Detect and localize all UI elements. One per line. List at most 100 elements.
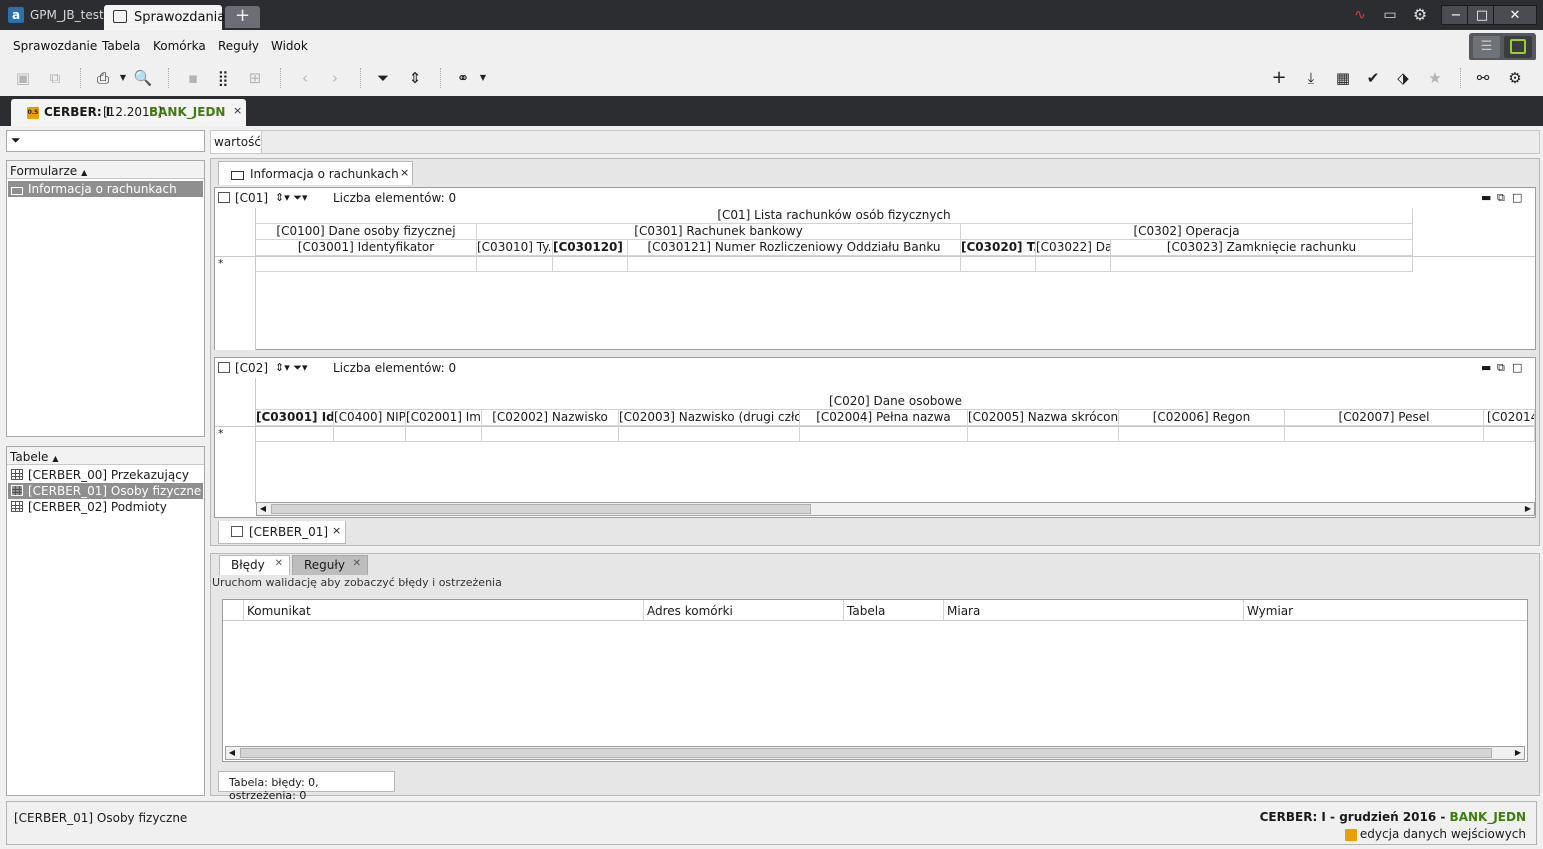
- cell[interactable]: [334, 426, 406, 442]
- column-group-header[interactable]: [C0100] Dane osoby fizycznej: [256, 224, 477, 240]
- cell[interactable]: [628, 256, 961, 272]
- cell[interactable]: [1285, 426, 1484, 442]
- cell[interactable]: [1111, 256, 1413, 272]
- filter-input[interactable]: ⏷: [6, 130, 205, 152]
- column-header[interactable]: Adres komórki: [644, 600, 844, 621]
- filter-icon[interactable]: ⏷: [372, 68, 394, 88]
- cell[interactable]: [619, 426, 800, 442]
- cell[interactable]: [477, 256, 553, 272]
- column-header[interactable]: [C0400] NIP: [334, 410, 406, 426]
- value-input[interactable]: [261, 131, 1539, 153]
- cell[interactable]: [800, 426, 968, 442]
- grid-dots-icon[interactable]: ⣿: [212, 68, 234, 88]
- cell[interactable]: [968, 426, 1119, 442]
- horizontal-scrollbar[interactable]: ◀ ▶: [256, 502, 1535, 516]
- save-all-icon[interactable]: ⧉: [44, 68, 66, 88]
- sort-filter-controls[interactable]: ⇕▾ ⏷▾: [275, 361, 308, 375]
- calculator-small-icon[interactable]: ▪: [182, 68, 204, 88]
- column-header[interactable]: [C02002] Nazwisko: [482, 410, 619, 426]
- add-tab-button[interactable]: +: [225, 6, 260, 28]
- forms-header[interactable]: Formularze ▲: [7, 161, 204, 179]
- menu-tabela[interactable]: Tabela: [102, 39, 140, 53]
- chevron-right-icon[interactable]: ›: [324, 68, 346, 88]
- print-preview-icon[interactable]: 🔍: [132, 68, 154, 88]
- tab-reguly[interactable]: Reguły ✕: [292, 555, 368, 575]
- column-group-header[interactable]: [C0302] Operacja: [961, 224, 1413, 240]
- cell[interactable]: [256, 426, 334, 442]
- column-header[interactable]: [C02003] Nazwisko (drugi człon): [619, 410, 800, 426]
- column-header[interactable]: [C03020] T...: [961, 240, 1036, 256]
- column-header[interactable]: [C02007] Pesel: [1285, 410, 1484, 426]
- binoculars-icon[interactable]: ⚭: [452, 68, 474, 88]
- link-settings-icon[interactable]: ⚯: [1472, 68, 1494, 88]
- sort-icon[interactable]: ⇕: [404, 68, 426, 88]
- column-header[interactable]: Komunikat: [244, 600, 644, 621]
- form-tab[interactable]: Informacja o rachunkach ×: [218, 161, 413, 185]
- menu-reguly[interactable]: Reguły: [218, 39, 259, 53]
- sort-filter-controls[interactable]: ⇕▾ ⏷▾: [275, 191, 308, 205]
- maximize-icon[interactable]: □: [1512, 361, 1522, 374]
- column-header[interactable]: [C02006] Regon: [1119, 410, 1285, 426]
- activity-pulse-icon[interactable]: ∿: [1350, 6, 1370, 24]
- menu-widok[interactable]: Widok: [271, 39, 308, 53]
- column-header[interactable]: Miara: [944, 600, 1244, 621]
- close-icon[interactable]: ×: [233, 104, 242, 117]
- cell[interactable]: [961, 256, 1036, 272]
- cell[interactable]: [406, 426, 482, 442]
- horizontal-scrollbar[interactable]: ◀ ▶: [225, 746, 1525, 760]
- print-icon[interactable]: ⎙: [92, 68, 114, 88]
- cell[interactable]: [1484, 426, 1535, 442]
- column-header[interactable]: [C03023] Zamknięcie rachunku: [1111, 240, 1413, 256]
- column-group-header[interactable]: [C01] Lista rachunków osób fizycznych: [256, 208, 1413, 224]
- table-item-cerber-02[interactable]: [CERBER_02] Podmioty: [8, 499, 203, 515]
- column-group-header[interactable]: [C0301] Rachunek bankowy: [477, 224, 961, 240]
- tables-header[interactable]: Tabele ▲: [7, 447, 204, 465]
- note-view-icon[interactable]: [1504, 36, 1532, 58]
- table-tab-cerber-01[interactable]: [CERBER_01] ×: [218, 521, 346, 544]
- scrollbar-thumb[interactable]: [271, 504, 811, 514]
- restore-icon[interactable]: ⧉: [1497, 361, 1505, 375]
- add-icon[interactable]: +: [1268, 68, 1290, 88]
- minimize-icon[interactable]: ▬: [1481, 361, 1491, 374]
- column-header[interactable]: [C03010] Ty...: [477, 240, 553, 256]
- save-icon[interactable]: ▣: [12, 68, 34, 88]
- table-item-cerber-01[interactable]: [CERBER_01] Osoby fizyczne: [8, 483, 203, 499]
- tag-icon[interactable]: ⬗: [1392, 68, 1414, 88]
- view-toggle[interactable]: ☰: [1469, 33, 1536, 61]
- print-dropdown-icon[interactable]: ▼: [112, 68, 134, 88]
- cell[interactable]: [553, 256, 628, 272]
- column-header[interactable]: [C030121] Numer Rozliczeniowy Oddziału B…: [628, 240, 961, 256]
- minimize-icon[interactable]: ▬: [1481, 191, 1491, 204]
- download-icon[interactable]: ⤓: [1300, 68, 1322, 88]
- column-header[interactable]: [C02004] Pełna nazwa: [800, 410, 968, 426]
- column-header[interactable]: [C03022] Da...: [1036, 240, 1111, 256]
- check-icon[interactable]: ✔: [1362, 68, 1384, 88]
- table-item-cerber-00[interactable]: [CERBER_00] Przekazujący: [8, 467, 203, 483]
- column-header[interactable]: [C02001] Imię: [406, 410, 482, 426]
- column-header[interactable]: [C02005] Nazwa skrócona: [968, 410, 1119, 426]
- menu-komorka[interactable]: Komórka: [153, 39, 206, 53]
- gear-icon[interactable]: ⚙: [1410, 6, 1430, 24]
- battery-icon[interactable]: ▭: [1380, 6, 1400, 24]
- document-tab[interactable]: 0.5 CERBER: I [12.2016] BANK_JEDN ×: [11, 99, 246, 126]
- find-dropdown-icon[interactable]: ▼: [472, 68, 494, 88]
- close-icon[interactable]: ✕: [275, 558, 283, 569]
- column-header[interactable]: [C02014]: [1484, 410, 1535, 426]
- scroll-right-icon[interactable]: ▶: [1522, 503, 1534, 515]
- cell[interactable]: [256, 256, 477, 272]
- tab-sprawozdania[interactable]: Sprawozdania: [104, 5, 225, 30]
- list-view-icon[interactable]: ☰: [1473, 36, 1500, 58]
- calculator-icon[interactable]: ▦: [1332, 68, 1354, 88]
- close-icon[interactable]: ×: [400, 166, 409, 179]
- document-settings-icon[interactable]: ⚙: [1504, 68, 1526, 88]
- tab-gpm-jb-test[interactable]: GPM_JB_test: [30, 8, 104, 22]
- close-icon[interactable]: ×: [332, 524, 341, 537]
- scroll-right-icon[interactable]: ▶: [1512, 747, 1524, 759]
- tab-bledy[interactable]: Błędy ✕: [219, 555, 290, 575]
- cell[interactable]: [1119, 426, 1285, 442]
- cell[interactable]: [482, 426, 619, 442]
- column-group-header[interactable]: [C020] Dane osobowe: [256, 394, 1535, 410]
- column-header[interactable]: [C03001] Id...: [256, 410, 334, 426]
- table-layout-icon[interactable]: ⊞: [244, 68, 266, 88]
- star-icon[interactable]: ★: [1424, 68, 1446, 88]
